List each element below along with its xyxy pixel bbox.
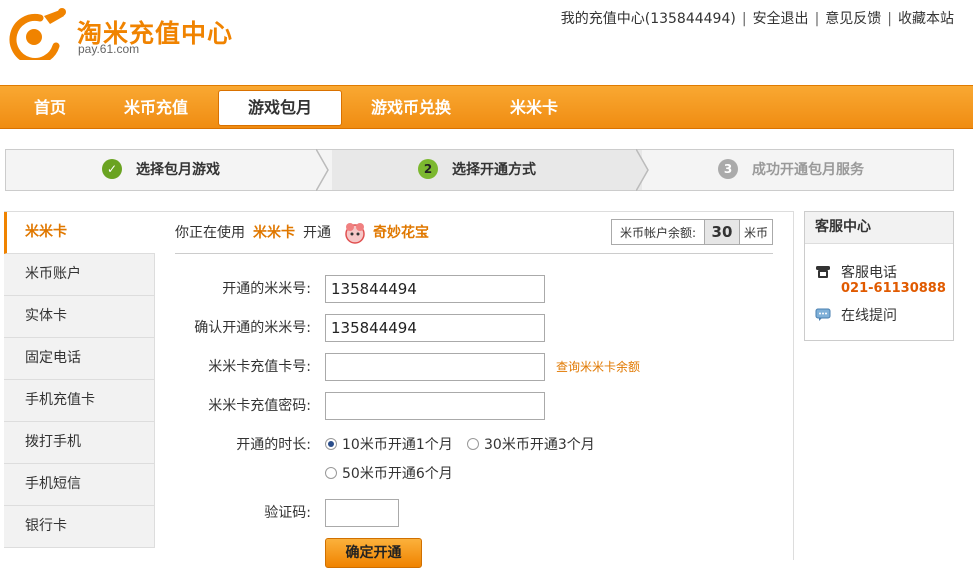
phone-icon [816, 266, 830, 278]
main-panel: 你正在使用米米卡开通 奇妙花宝 米币帐户余额: 30米币 开通的米米号: 确认开通… [155, 211, 794, 568]
progress-steps: ✓ 选择包月游戏 2 选择开通方式 3 成功开通包月服务 [5, 149, 954, 191]
sidebar-item-landline[interactable]: 固定电话 [4, 338, 155, 380]
sidebar-item-mimi-card[interactable]: 米米卡 [4, 212, 155, 254]
service-phone: 客服电话 [815, 262, 897, 282]
step-number-icon: 3 [718, 159, 738, 179]
separator: | [741, 11, 747, 27]
step-number-icon: 2 [418, 159, 438, 179]
online-question-label: 在线提问 [841, 308, 897, 324]
balance-box: 米币帐户余额: 30 米币 [610, 219, 773, 245]
nav-game-coin-exchange[interactable]: 游戏币兑换 [358, 86, 464, 129]
divider [175, 253, 773, 254]
duration-option-3-months[interactable]: 30米币开通3个月 [467, 435, 595, 455]
duration-option-label: 30米币开通3个月 [484, 437, 595, 453]
radio-unselected-icon [325, 467, 337, 479]
step-2: 2 选择开通方式 [332, 150, 642, 190]
sidebar-item-physical-card[interactable]: 实体卡 [4, 296, 155, 338]
sidebar-item-dial-mobile[interactable]: 拨打手机 [4, 422, 155, 464]
step-1: ✓ 选择包月游戏 [102, 150, 220, 190]
step-divider-icon [316, 149, 329, 191]
logo[interactable]: 淘米充值中心 pay.61.com [4, 4, 244, 60]
top-links: 我的充值中心(135844494) | 安全退出 | 意见反馈 | 收藏本站 [561, 8, 954, 28]
card-password-input[interactable] [325, 392, 545, 420]
chat-bubble-icon [815, 308, 831, 321]
my-recharge-center-link[interactable]: 我的充值中心(135844494) [561, 11, 736, 27]
form-row-card-number: 米米卡充值卡号: 查询米米卡余额 [155, 353, 794, 381]
game-icon [345, 223, 365, 244]
game-name: 奇妙花宝 [373, 225, 429, 241]
mimi-id-label: 开通的米米号: [222, 281, 311, 297]
main-nav: 首页 米币充值 游戏包月 游戏币兑换 米米卡 [0, 85, 973, 129]
usage-prefix: 你正在使用 [175, 225, 245, 241]
header: 淘米充值中心 pay.61.com 我的充值中心(135844494) | 安全退出… [0, 0, 973, 85]
duration-option-label: 50米币开通6个月 [342, 466, 453, 482]
balance-value: 30 [703, 220, 740, 244]
customer-service-box: 客服中心 客服电话 021-61130888 在线提问 [804, 211, 954, 341]
sidebar-item-mobile-card[interactable]: 手机充值卡 [4, 380, 155, 422]
logo-subtitle: pay.61.com [78, 42, 140, 56]
phone-label: 客服电话 [841, 265, 897, 281]
nav-mibi-recharge[interactable]: 米币充值 [110, 86, 202, 129]
form-row-confirm-id: 确认开通的米米号: [155, 314, 794, 342]
captcha-label: 验证码: [264, 505, 311, 521]
radio-selected-icon [325, 438, 337, 450]
duration-option-label: 10米币开通1个月 [342, 437, 453, 453]
sidebar-item-bank-card[interactable]: 银行卡 [4, 506, 155, 548]
service-online-question[interactable]: 在线提问 [815, 305, 897, 325]
logo-mark-icon [9, 8, 66, 60]
form-row-mimi-id: 开通的米米号: [155, 275, 794, 303]
mimi-id-input[interactable] [325, 275, 545, 303]
service-title: 客服中心 [805, 212, 953, 244]
captcha-input[interactable] [325, 499, 399, 527]
form-row-card-password: 米米卡充值密码: [155, 392, 794, 420]
sidebar-item-sms[interactable]: 手机短信 [4, 464, 155, 506]
card-number-input[interactable] [325, 353, 545, 381]
duration-option-6-months[interactable]: 50米币开通6个月 [325, 464, 453, 484]
open-text: 开通 [303, 225, 331, 241]
separator: | [814, 11, 820, 27]
feedback-link[interactable]: 意见反馈 [825, 11, 881, 27]
confirm-open-button[interactable]: 确定开通 [325, 538, 422, 568]
step-1-label: 选择包月游戏 [136, 162, 220, 178]
payment-method-name: 米米卡 [253, 225, 295, 241]
check-icon: ✓ [102, 159, 122, 179]
step-3: 3 成功开通包月服务 [718, 150, 864, 190]
payment-method-sidebar: 米米卡 米币账户 实体卡 固定电话 手机充值卡 拨打手机 手机短信 银行卡 [4, 211, 155, 560]
bookmark-link[interactable]: 收藏本站 [898, 11, 954, 27]
balance-label: 米币帐户余额: [619, 226, 696, 240]
nav-mimi-card[interactable]: 米米卡 [494, 86, 574, 129]
query-balance-link[interactable]: 查询米米卡余额 [556, 353, 640, 381]
form-row-captcha: 验证码: [155, 499, 794, 527]
card-password-label: 米米卡充值密码: [208, 398, 311, 414]
step-3-label: 成功开通包月服务 [752, 162, 864, 178]
nav-home[interactable]: 首页 [14, 86, 86, 129]
confirm-id-input[interactable] [325, 314, 545, 342]
sidebar-item-mibi-account[interactable]: 米币账户 [4, 254, 155, 296]
duration-label: 开通的时长: [236, 437, 311, 453]
nav-game-monthly[interactable]: 游戏包月 [218, 90, 342, 126]
step-2-label: 选择开通方式 [452, 162, 536, 178]
separator: | [887, 11, 892, 27]
confirm-id-label: 确认开通的米米号: [194, 320, 311, 336]
logout-link[interactable]: 安全退出 [753, 11, 809, 27]
balance-unit: 米币 [743, 226, 768, 240]
card-number-label: 米米卡充值卡号: [208, 359, 311, 375]
phone-number: 021-61130888 [841, 281, 946, 296]
step-divider-icon [636, 149, 649, 191]
radio-unselected-icon [467, 438, 479, 450]
usage-info: 你正在使用 米米卡 开通 奇妙花宝 [175, 222, 429, 244]
duration-option-1-month[interactable]: 10米币开通1个月 [325, 435, 453, 455]
